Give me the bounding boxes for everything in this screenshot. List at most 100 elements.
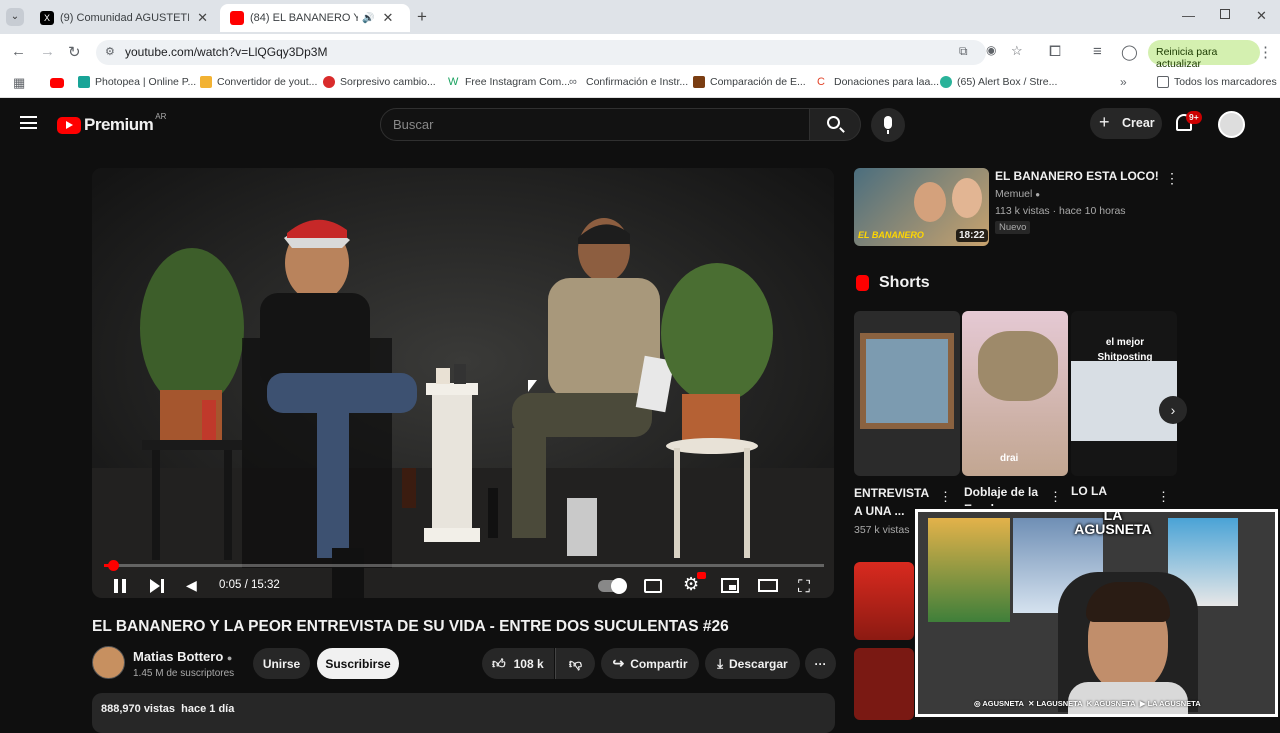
voice-search-button[interactable] — [871, 108, 905, 142]
more-options-icon[interactable]: ⋮ — [1165, 170, 1179, 187]
dislike-button[interactable]: 👎︎ — [555, 648, 595, 679]
short-thumbnail[interactable] — [854, 311, 960, 476]
description-box[interactable]: 888,970 vistas hace 1 día — [92, 693, 835, 733]
bookmark-item[interactable]: Convertidor de yout... — [200, 76, 317, 88]
view-count: 888,970 vistas — [101, 703, 176, 715]
tab-comunidad[interactable]: X (9) Comunidad AGUSTETISMO ✕ — [30, 4, 218, 32]
bookmark-label: Todos los marcadores — [1174, 76, 1277, 88]
extensions-icon[interactable]: ⧠ — [1049, 43, 1061, 60]
close-window-button[interactable]: ✕ — [1256, 8, 1267, 24]
tracking-blocked-icon[interactable]: ◉ — [986, 43, 996, 57]
reload-icon[interactable]: ↻ — [68, 43, 81, 61]
pause-button[interactable] — [113, 579, 127, 593]
channel-avatar[interactable] — [92, 646, 125, 679]
folder-icon — [1157, 76, 1169, 88]
volume-button[interactable]: ◀ — [186, 577, 197, 594]
create-button[interactable]: + Crear — [1090, 108, 1162, 139]
notification-badge: 9+ — [1186, 111, 1202, 124]
autoplay-toggle[interactable] — [598, 578, 627, 594]
verified-icon: ● — [226, 653, 233, 663]
more-bookmarks-icon[interactable]: » — [1120, 75, 1127, 89]
video-duration: 18:22 — [956, 229, 988, 242]
bookmark-item[interactable]: W Free Instagram Com... — [448, 76, 570, 88]
browser-tab-bar: ⌄ X (9) Comunidad AGUSTETISMO ✕ (84) EL … — [0, 0, 1280, 34]
install-app-icon[interactable]: ⧉ — [959, 44, 968, 59]
pause-icon — [114, 579, 118, 593]
hamburger-menu-icon[interactable] — [20, 116, 37, 129]
channel-name-text: Matias Bottero — [133, 649, 224, 664]
forward-icon[interactable]: → — [40, 43, 55, 60]
youtube-logo[interactable]: Premium AR — [57, 112, 166, 135]
tab-search-icon[interactable]: ⌄ — [6, 8, 24, 26]
video-progress-bar[interactable] — [104, 560, 824, 571]
more-actions-button[interactable]: ··· — [805, 648, 836, 679]
thumbs-up-icon: 👍︎ — [492, 655, 506, 671]
fullscreen-button[interactable]: ⛶ — [798, 577, 810, 597]
new-tab-button[interactable]: + — [417, 7, 427, 27]
recommended-thumbnail[interactable]: EL BANANERO 18:22 — [854, 168, 989, 246]
channel-name[interactable]: Matias Bottero ● — [133, 649, 232, 664]
close-tab-icon[interactable]: ✕ — [382, 10, 393, 26]
restore-window-button[interactable] — [1220, 9, 1230, 19]
profile-icon[interactable]: ◯ — [1121, 43, 1138, 61]
bookmark-item[interactable]: ∞ Confirmación e Instr... — [569, 76, 688, 88]
more-options-icon[interactable]: ⋮ — [1157, 489, 1170, 505]
join-button[interactable]: Unirse — [253, 648, 310, 679]
shorts-next-button[interactable]: › — [1159, 396, 1187, 424]
miniplayer-button[interactable] — [721, 578, 739, 593]
search-input[interactable]: Buscar — [380, 108, 810, 141]
audio-playing-icon[interactable]: 🔊 — [362, 13, 374, 24]
alertbox-icon — [940, 76, 952, 88]
next-video-thumbnail[interactable] — [854, 562, 914, 640]
x-icon: ✕ — [1028, 699, 1035, 708]
bookmark-item[interactable]: Sorpresivo cambio... — [323, 76, 436, 88]
video-player[interactable] — [92, 168, 834, 598]
bookmark-item[interactable]: Comparación de E... — [693, 76, 806, 88]
bookmark-item[interactable]: (65) Alert Box / Stre... — [940, 76, 1057, 88]
theater-mode-button[interactable] — [758, 579, 778, 592]
like-button[interactable]: 👍︎ 108 k — [482, 648, 554, 679]
update-browser-button[interactable]: Reinicia para actualizar — [1148, 40, 1260, 70]
hd-badge — [697, 572, 706, 579]
bookmark-label: Confirmación e Instr... — [586, 76, 689, 88]
short-thumbnail[interactable]: drai — [962, 311, 1068, 476]
back-icon[interactable]: ← — [11, 43, 26, 60]
next-video-thumbnail[interactable] — [854, 648, 914, 720]
youtube-bookmark-icon[interactable] — [50, 78, 64, 88]
join-label: Unirse — [262, 656, 301, 671]
search-placeholder: Buscar — [393, 117, 434, 132]
avatar[interactable] — [1218, 111, 1245, 138]
bookmark-item[interactable]: Photopea | Online P... — [78, 76, 196, 88]
all-bookmarks-folder[interactable]: Todos los marcadores — [1157, 76, 1277, 88]
streamer-hair — [1086, 582, 1170, 622]
bookmark-label: Free Instagram Com... — [465, 76, 571, 88]
cartoon-face — [978, 331, 1058, 401]
tab-youtube[interactable]: (84) EL BANANERO Y LA PE 🔊 ✕ — [220, 4, 410, 32]
tab-title: (84) EL BANANERO Y LA PE — [250, 12, 358, 24]
more-options-icon[interactable]: ⋮ — [939, 489, 952, 505]
bookmark-star-icon[interactable]: ☆ — [1011, 43, 1023, 59]
site-info-icon[interactable]: ⚙ — [105, 45, 115, 58]
download-button[interactable]: ⤓ Descargar — [705, 648, 800, 679]
minimize-window-button[interactable]: — — [1182, 8, 1195, 23]
progress-scrubber[interactable] — [107, 560, 119, 571]
more-options-icon[interactable]: ⋮ — [1049, 489, 1062, 505]
youtube-play-logo-icon — [57, 116, 81, 134]
subtitles-button[interactable] — [644, 579, 662, 593]
face-shape — [952, 178, 982, 218]
next-video-button[interactable] — [150, 579, 166, 593]
handle-text: LAGUSNETA — [1036, 699, 1083, 708]
photo-inner — [866, 339, 948, 423]
search-button[interactable] — [809, 108, 861, 141]
apps-grid-icon[interactable]: ▦ — [13, 75, 25, 91]
address-bar[interactable]: ⚙ youtube.com/watch?v=LlQGqy3Dp3M ⧉ ◉ ☆ — [96, 40, 1023, 65]
short-thumbnail[interactable]: el mejor Shitposting — [1071, 311, 1177, 476]
shorts-header: Shorts — [856, 274, 930, 292]
browser-menu-icon[interactable]: ⋮ — [1258, 43, 1273, 61]
media-controls-icon[interactable]: ≡ — [1093, 43, 1102, 60]
close-tab-icon[interactable]: ✕ — [197, 10, 208, 26]
recommended-video[interactable]: EL BANANERO 18:22 EL BANANERO ESTA LOCO!… — [854, 168, 1179, 248]
subscribe-button[interactable]: Suscribirse — [317, 648, 399, 679]
bookmark-item[interactable]: C Donaciones para laa... — [817, 76, 939, 88]
share-button[interactable]: ↪ Compartir — [601, 648, 699, 679]
